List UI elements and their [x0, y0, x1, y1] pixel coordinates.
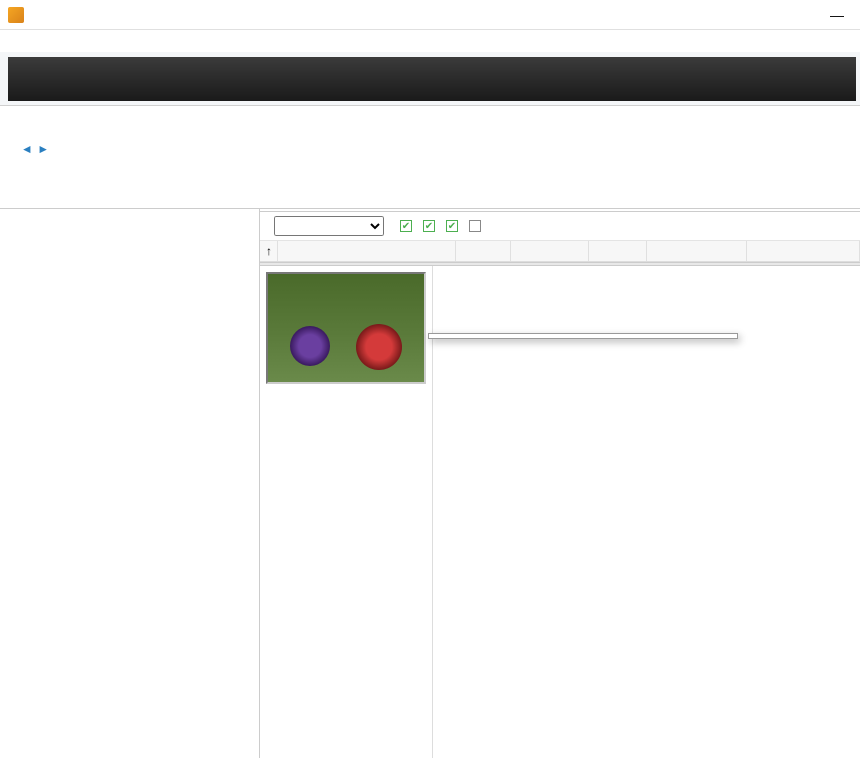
disk-nav: ◄ ►	[0, 140, 70, 158]
file-list-header[interactable]: ↑	[260, 241, 860, 262]
duplicate-checkbox[interactable]: ✔	[469, 220, 484, 232]
normal-checkbox[interactable]: ✔	[423, 220, 438, 232]
disk-info-bar	[0, 188, 860, 209]
brand-banner	[8, 57, 856, 101]
filter-row: ✔ ✔ ✔ ✔	[260, 212, 860, 241]
app-logo-icon	[8, 7, 24, 23]
toolbar	[0, 52, 860, 106]
preview-pane	[260, 266, 860, 758]
deleted-checkbox[interactable]: ✔	[400, 220, 415, 232]
context-menu[interactable]	[428, 333, 738, 339]
hex-viewer[interactable]	[432, 266, 860, 758]
next-disk-icon[interactable]: ►	[37, 142, 49, 156]
name-pattern-select[interactable]	[274, 216, 384, 236]
tree-pane[interactable]	[0, 209, 260, 758]
disk-map: ◄ ►	[0, 106, 860, 188]
system-checkbox[interactable]: ✔	[446, 220, 461, 232]
image-thumbnail	[266, 272, 426, 384]
sort-arrow-icon[interactable]: ↑	[260, 241, 278, 261]
title-bar: —	[0, 0, 860, 30]
prev-disk-icon[interactable]: ◄	[21, 142, 33, 156]
menu-bar	[0, 30, 860, 52]
minimize-button[interactable]: —	[822, 7, 852, 23]
